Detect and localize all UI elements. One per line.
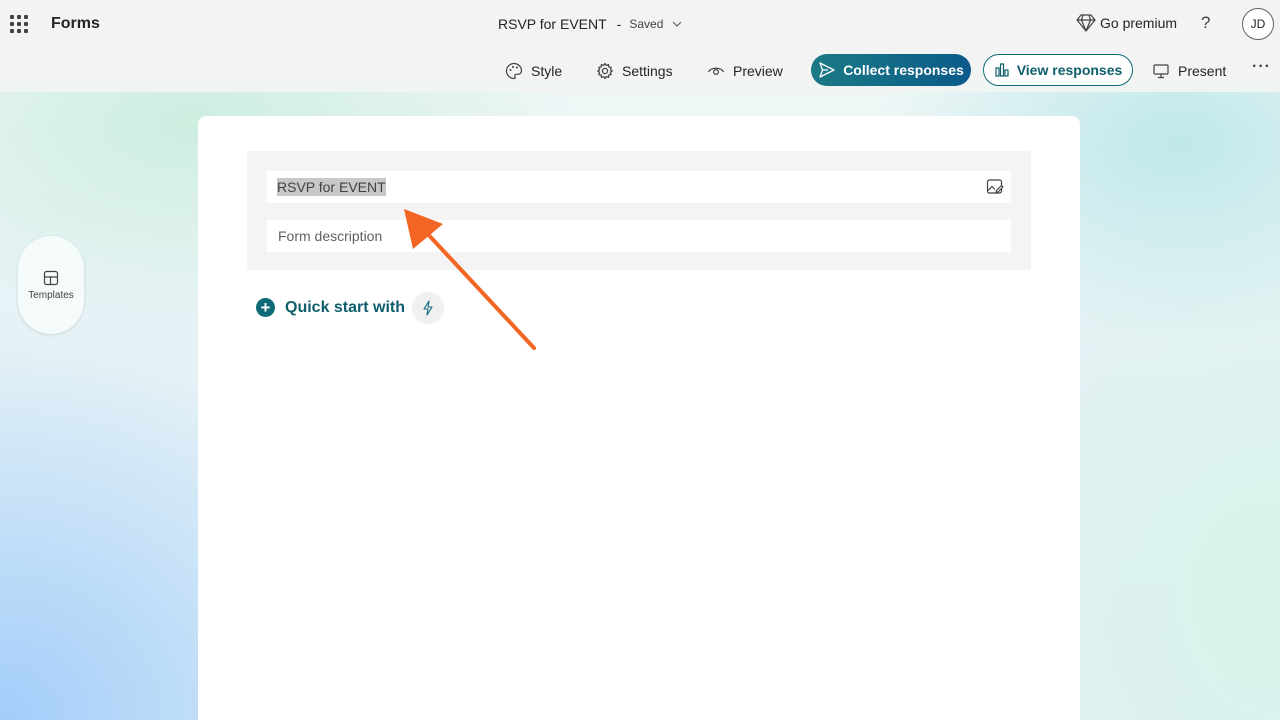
quick-start-label: Quick start with bbox=[285, 298, 406, 316]
quick-start-bolt-button[interactable] bbox=[412, 292, 444, 324]
view-responses-button[interactable]: View responses bbox=[983, 54, 1133, 86]
insert-image-icon[interactable] bbox=[986, 178, 1004, 196]
add-icon: + bbox=[256, 298, 275, 317]
eye-icon bbox=[707, 67, 725, 76]
document-title[interactable]: RSVP for EVENT bbox=[498, 16, 607, 32]
collect-responses-label: Collect responses bbox=[843, 62, 964, 78]
preview-button[interactable]: Preview bbox=[707, 55, 783, 87]
go-premium-label: Go premium bbox=[1100, 15, 1178, 31]
help-icon[interactable]: ? bbox=[1201, 13, 1210, 33]
send-icon bbox=[819, 62, 835, 78]
diamond-icon bbox=[1076, 14, 1096, 32]
app-name[interactable]: Forms bbox=[51, 15, 100, 33]
go-premium-button[interactable]: Go premium bbox=[1076, 14, 1177, 32]
present-button[interactable]: Present bbox=[1152, 55, 1226, 87]
settings-button[interactable]: Settings bbox=[596, 55, 673, 87]
preview-label: Preview bbox=[733, 63, 783, 79]
palette-icon bbox=[505, 62, 523, 80]
style-button[interactable]: Style bbox=[505, 55, 562, 87]
monitor-icon bbox=[1153, 64, 1169, 79]
lightning-icon bbox=[423, 300, 433, 316]
save-status: Saved bbox=[629, 17, 664, 31]
title-separator: - bbox=[616, 16, 622, 32]
form-title-text[interactable]: RSVP for EVENT bbox=[277, 178, 386, 196]
collect-responses-button[interactable]: Collect responses bbox=[811, 54, 971, 86]
form-header-card bbox=[247, 151, 1031, 270]
top-bar: Forms RSVP for EVENT - Saved Go premium … bbox=[0, 0, 1280, 48]
style-label: Style bbox=[531, 63, 563, 79]
present-label: Present bbox=[1178, 63, 1227, 79]
gear-icon bbox=[597, 62, 613, 80]
more-options-icon[interactable]: ··· bbox=[1252, 58, 1271, 76]
form-description-field[interactable]: Form description bbox=[267, 220, 1011, 252]
settings-label: Settings bbox=[622, 63, 673, 79]
quick-start-button[interactable]: + Quick start with bbox=[256, 298, 405, 317]
app-launcher-icon[interactable] bbox=[10, 15, 28, 33]
chevron-down-icon[interactable] bbox=[672, 19, 682, 29]
bar-chart-icon bbox=[995, 63, 1009, 77]
templates-icon bbox=[43, 270, 59, 285]
templates-button[interactable]: Templates bbox=[18, 236, 84, 334]
form-title-field[interactable]: RSVP for EVENT bbox=[267, 171, 1011, 203]
document-title-group[interactable]: RSVP for EVENT - Saved bbox=[498, 16, 682, 32]
view-responses-label: View responses bbox=[1016, 62, 1123, 78]
avatar[interactable]: JD bbox=[1242, 8, 1274, 40]
templates-label: Templates bbox=[28, 289, 74, 301]
